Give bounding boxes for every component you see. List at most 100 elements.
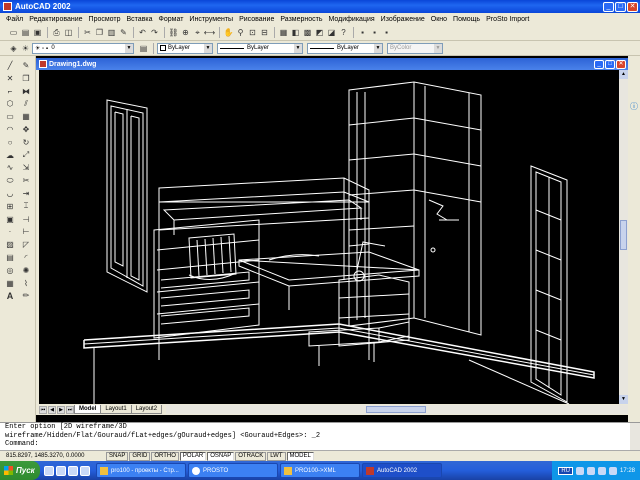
explorer-icon[interactable] — [80, 465, 90, 476]
help-icon[interactable]: ? — [338, 27, 349, 38]
save-icon[interactable]: ▣ — [32, 27, 43, 38]
task-pro100[interactable]: pro100 - проекты - Стр... — [96, 463, 186, 478]
horizontal-scroll-thumb[interactable] — [366, 406, 427, 413]
print-preview-icon[interactable]: ◫ — [63, 27, 74, 38]
model-toggle[interactable]: MODEL — [286, 451, 314, 461]
make-object-layer-current-icon[interactable]: ▤ — [138, 43, 149, 54]
new-file-icon[interactable]: ▭ — [8, 27, 19, 38]
ortho-toggle[interactable]: ORTHO — [151, 451, 179, 461]
menu-window[interactable]: Окно — [428, 16, 450, 23]
tray-icon[interactable] — [586, 466, 595, 475]
circle-icon[interactable]: ○ — [3, 137, 17, 148]
hatch-icon[interactable]: ▨ — [3, 239, 17, 250]
command-prompt[interactable]: Command: — [5, 440, 640, 449]
menu-tools[interactable]: Инструменты — [186, 16, 236, 23]
make-block-icon[interactable]: ▣ — [3, 214, 17, 225]
last-tab-icon[interactable]: ⏭ — [66, 405, 74, 414]
line-icon[interactable]: ╱ — [3, 60, 17, 71]
prosto-3-icon[interactable]: ▪ — [381, 27, 392, 38]
scroll-down-icon[interactable]: ▼ — [619, 395, 628, 404]
show-desktop-icon[interactable] — [44, 465, 54, 476]
markup-icon[interactable]: ◪ — [326, 27, 337, 38]
minimize-button[interactable]: _ — [603, 1, 614, 12]
tab-layout1[interactable]: Layout1 — [100, 405, 132, 414]
linetype-select[interactable]: ByLayer ▼ — [217, 42, 303, 54]
break-icon[interactable]: ⊣ — [19, 214, 33, 225]
start-button[interactable]: Пуск — [0, 461, 40, 480]
mirror-icon[interactable]: ⧓ — [19, 86, 33, 97]
construction-line-icon[interactable]: ✕ — [3, 73, 17, 84]
scroll-up-icon[interactable]: ▲ — [619, 70, 628, 79]
color-select[interactable]: ByLayer ▼ — [157, 42, 213, 54]
spline-icon[interactable]: ∿ — [3, 162, 17, 173]
layer-state-icon[interactable]: ☀ — [20, 43, 31, 54]
model-viewport[interactable] — [39, 70, 619, 404]
polygon-icon[interactable]: ⬡ — [3, 98, 17, 109]
menu-edit[interactable]: Редактирование — [26, 16, 85, 23]
menu-help[interactable]: Помощь — [450, 16, 483, 23]
zoom-previous-icon[interactable]: ⊟ — [259, 27, 270, 38]
ellipse-icon[interactable]: ⬭ — [3, 175, 17, 186]
properties-icon[interactable]: ▦ — [278, 27, 289, 38]
browser-icon[interactable] — [56, 465, 66, 476]
command-window[interactable]: Enter option [2D wireframe/3D wireframe/… — [0, 422, 640, 451]
polyline-icon[interactable]: ⌐ — [3, 86, 17, 97]
ucs-icon[interactable]: ⌖ — [192, 27, 203, 38]
print-icon[interactable]: ⎙ — [51, 27, 62, 38]
layer-manager-icon[interactable]: ◈ — [8, 43, 19, 54]
vertical-scrollbar[interactable]: ▲ ▼ — [619, 70, 628, 404]
lwt-toggle[interactable]: LWT — [267, 451, 286, 461]
media-icon[interactable] — [68, 465, 78, 476]
stretch-pencil-icon[interactable]: ✏ — [19, 290, 33, 301]
menu-dimension[interactable]: Размерность — [277, 16, 325, 23]
extend-icon[interactable]: ⇥ — [19, 188, 33, 199]
rotate-icon[interactable]: ↻ — [19, 137, 33, 148]
hyperlink-icon[interactable]: ⛓ — [168, 27, 179, 38]
copy-object-icon[interactable]: ❐ — [19, 73, 33, 84]
snap-toggle[interactable]: SNAP — [106, 451, 129, 461]
pan-icon[interactable]: ✋ — [223, 27, 234, 38]
pedit-icon[interactable]: ⌇ — [19, 278, 33, 289]
menu-view[interactable]: Просмотр — [86, 16, 124, 23]
network-icon[interactable] — [608, 466, 617, 475]
menu-insert[interactable]: Вставка — [124, 16, 156, 23]
next-tab-icon[interactable]: ▶ — [57, 405, 65, 414]
ellipse-arc-icon[interactable]: ◡ — [3, 188, 17, 199]
region-icon[interactable]: ◎ — [3, 265, 17, 276]
insert-block-icon[interactable]: ⊞ — [3, 201, 17, 212]
task-pro100-xml[interactable]: PRO100->XML — [280, 463, 360, 478]
point-icon[interactable]: · — [3, 226, 17, 237]
polar-toggle[interactable]: POLAR — [179, 451, 207, 461]
layer-select[interactable]: ☀ ▫ ▪ 0 ▼ — [32, 42, 134, 54]
trim-icon[interactable]: ✂ — [19, 175, 33, 186]
zoom-window-icon[interactable]: ⊡ — [247, 27, 258, 38]
menu-file[interactable]: Файл — [3, 16, 26, 23]
explode-icon[interactable]: ✺ — [19, 265, 33, 276]
gradient-icon[interactable]: ▤ — [3, 252, 17, 263]
revcloud-icon[interactable]: ☁ — [3, 150, 17, 161]
first-tab-icon[interactable]: ⏮ — [39, 405, 47, 414]
info-icon[interactable]: ⓘ — [629, 100, 639, 112]
table-icon[interactable]: ▦ — [3, 278, 17, 289]
horizontal-scrollbar[interactable] — [166, 405, 628, 414]
arc-icon[interactable]: ◠ — [3, 124, 17, 135]
distance-icon[interactable]: ⟷ — [204, 27, 215, 38]
rectangle-icon[interactable]: ▭ — [3, 111, 17, 122]
redo-icon[interactable]: ↷ — [149, 27, 160, 38]
menu-prosto-import[interactable]: ProSto Import — [483, 16, 532, 23]
move-icon[interactable]: ✥ — [19, 124, 33, 135]
tray-icon[interactable] — [575, 466, 584, 475]
array-icon[interactable]: ▦ — [19, 111, 33, 122]
coordinate-readout[interactable]: 815.8297, 1485.3270, 0.0000 — [6, 453, 98, 459]
stretch-icon[interactable]: ⇲ — [19, 162, 33, 173]
paste-icon[interactable]: ▥ — [106, 27, 117, 38]
drawing-maximize-button[interactable]: □ — [605, 59, 615, 69]
menu-image[interactable]: Изображение — [378, 16, 428, 23]
chamfer-icon[interactable]: ◸ — [19, 239, 33, 250]
close-button[interactable]: ✕ — [627, 1, 638, 12]
maximize-button[interactable]: □ — [615, 1, 626, 12]
break-at-point-icon[interactable]: ⌶ — [19, 201, 33, 212]
erase-icon[interactable]: ✎ — [19, 60, 33, 71]
menu-draw[interactable]: Рисование — [236, 16, 277, 23]
dbconnect-icon[interactable]: ◩ — [314, 27, 325, 38]
